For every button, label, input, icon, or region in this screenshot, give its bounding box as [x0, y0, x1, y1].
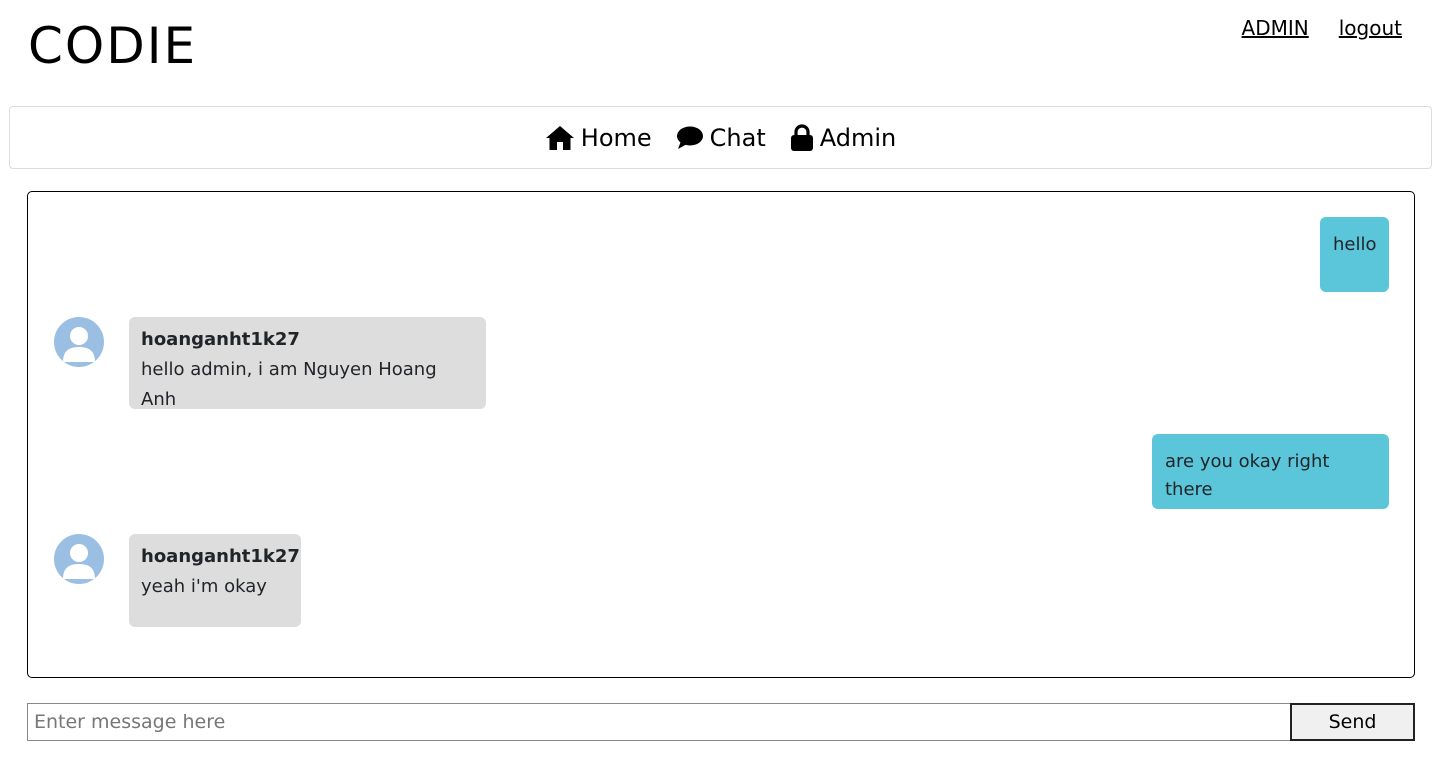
send-button[interactable]: Send — [1290, 703, 1415, 741]
chat-bubble-icon — [676, 126, 704, 150]
nav-item-label: Chat — [709, 123, 766, 152]
message-sender: hoanganht1k27 — [141, 546, 300, 567]
message-sender: hoanganht1k27 — [141, 329, 300, 350]
incoming-message: hoanganht1k27 hello admin, i am Nguyen H… — [129, 317, 486, 410]
nav-item-admin[interactable]: Admin — [790, 123, 897, 152]
outgoing-message: hello — [1320, 217, 1389, 292]
user-menu: ADMIN logout — [1242, 16, 1402, 40]
logout-link[interactable]: logout — [1339, 16, 1402, 40]
message-text: hello admin, i am Nguyen Hoang Anh — [141, 359, 437, 410]
user-avatar-icon — [54, 317, 104, 367]
message-composer: Send — [27, 703, 1415, 741]
message-text: hello — [1333, 234, 1377, 255]
user-avatar-icon — [54, 534, 104, 584]
lock-icon — [790, 123, 814, 152]
nav-item-chat[interactable]: Chat — [676, 124, 766, 152]
incoming-message: hoanganht1k27 yeah i'm okay — [129, 534, 301, 627]
app-logo: CODIE — [28, 17, 198, 75]
nav-item-label: Home — [580, 123, 652, 152]
main-navbar: Home Chat Admin — [9, 106, 1432, 169]
chat-messages-panel[interactable]: hello hoanganht1k27 hello admin, i am Ng… — [27, 191, 1415, 678]
outgoing-message: are you okay right there — [1152, 434, 1389, 509]
message-text: yeah i'm okay — [141, 576, 267, 597]
nav-item-home[interactable]: Home — [545, 124, 652, 152]
message-input[interactable] — [27, 703, 1290, 741]
nav-item-label: Admin — [819, 123, 897, 152]
admin-user-link[interactable]: ADMIN — [1242, 16, 1309, 40]
home-icon — [545, 125, 575, 151]
message-text: are you okay right there — [1165, 451, 1330, 500]
